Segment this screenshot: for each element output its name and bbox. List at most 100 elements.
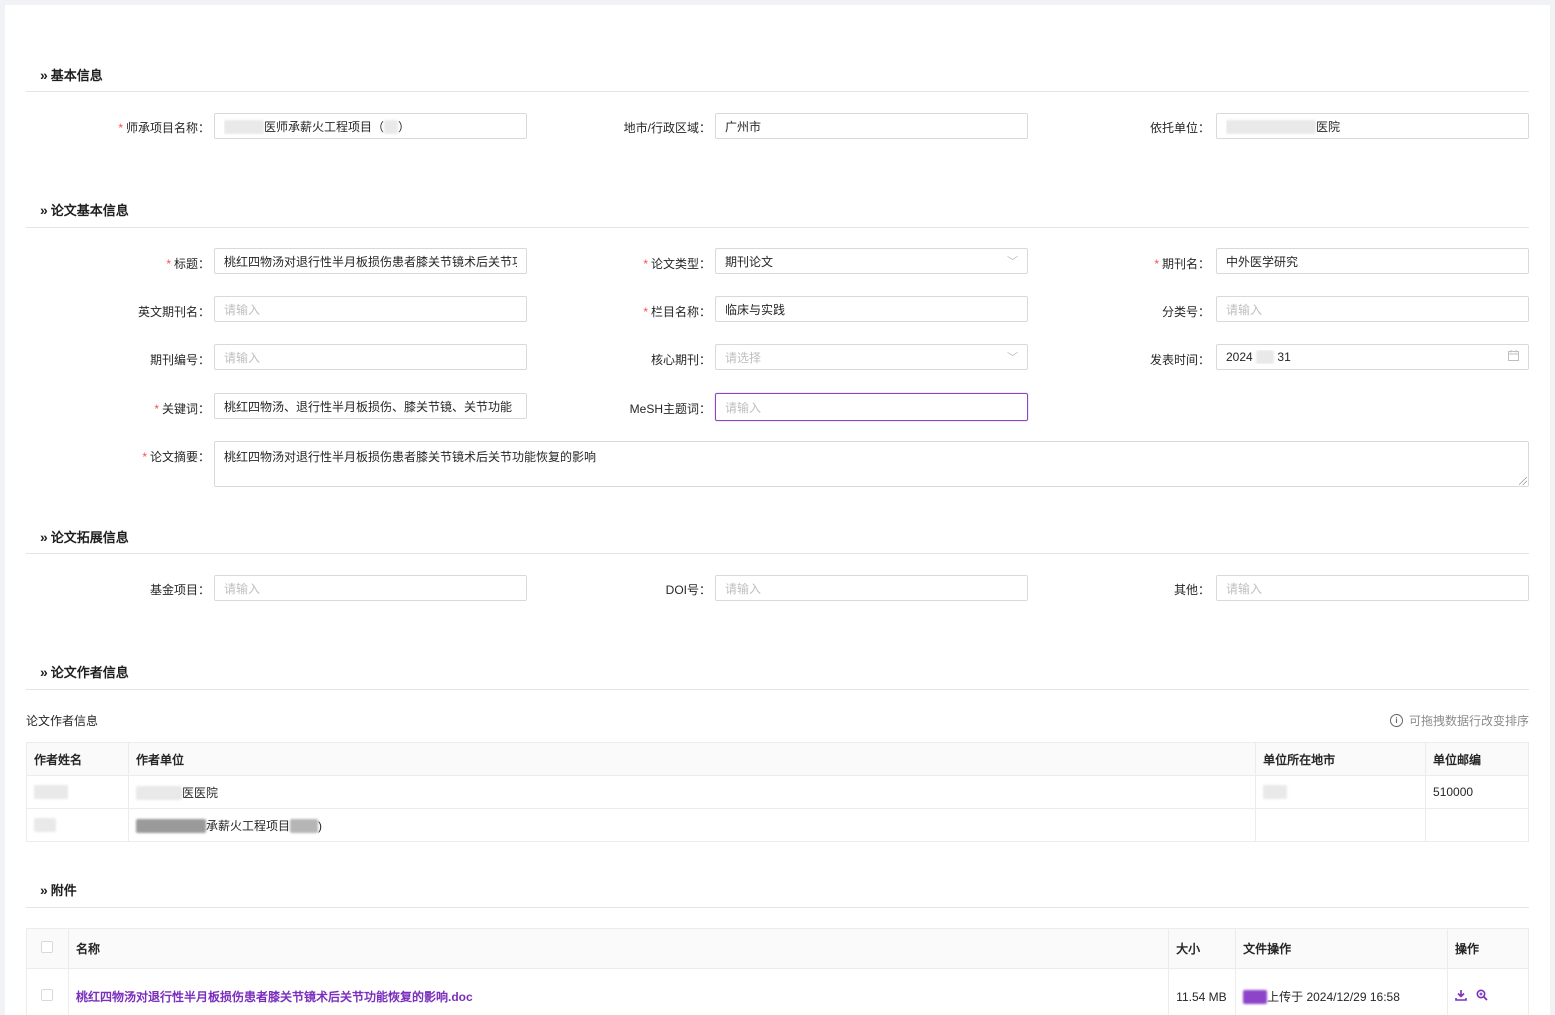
double-chevron-right-icon: » — [40, 201, 48, 218]
section-divider — [26, 689, 1529, 690]
pubdate-label-text: 发表时间： — [1149, 353, 1210, 367]
required-mark: * — [142, 450, 147, 464]
section-attachments-label: 附件 — [50, 883, 77, 898]
other-input[interactable]: 请输入 — [1216, 575, 1529, 601]
redacted-text: x — [34, 785, 68, 799]
pubdate-picker[interactable]: 2024 x 31 — [1216, 344, 1529, 370]
zoom-in-icon[interactable] — [1476, 989, 1488, 1004]
column-label: * 栏目名称： — [643, 303, 711, 320]
abstract-label: * 论文摘要： — [142, 448, 210, 465]
file-name-link[interactable]: 桃红四物汤对退行性半月板损伤患者膝关节镜术后关节功能恢复的影响.doc — [76, 990, 473, 1004]
mesh-input[interactable]: 请输入 — [715, 393, 1028, 421]
abstract-textarea[interactable]: 桃红四物汤对退行性半月板损伤患者膝关节镜术后关节功能恢复的影响 — [214, 441, 1529, 487]
unit-input[interactable]: xx医院 — [1216, 113, 1529, 139]
resize-handle-icon[interactable] — [1519, 477, 1527, 485]
abstract-value: 桃红四物汤对退行性半月板损伤患者膝关节镜术后关节功能恢复的影响 — [224, 450, 597, 464]
upload-info: 上传于 2024/12/29 16:58 — [1267, 990, 1400, 1004]
title-value: 桃红四物汤对退行性半月板损伤患者膝关节镜术后关节功能恢复的影响 — [224, 254, 517, 269]
author-unit-cell: x医医院 — [127, 775, 1257, 809]
paper-type-select[interactable]: 期刊论文 ﹀ — [715, 248, 1028, 274]
journal-input[interactable]: 中外医学研究 — [1216, 248, 1529, 274]
column-header: 单位所在地市 — [1255, 742, 1427, 776]
author-unit: 医医院 — [181, 785, 218, 800]
section-basic-label: 基本信息 — [50, 68, 103, 83]
issue-no-input[interactable]: 请输入 — [214, 344, 527, 370]
author-unit: 承薪火工程项目 — [205, 818, 290, 833]
doi-input[interactable]: 请输入 — [715, 575, 1028, 601]
fund-placeholder: 请输入 — [224, 581, 261, 596]
redacted-text: x — [135, 818, 206, 833]
doi-placeholder: 请输入 — [725, 581, 762, 596]
redacted-text: x — [1263, 785, 1288, 799]
paper-type-label-text: 论文类型： — [650, 257, 711, 271]
section-ext-label: 论文拓展信息 — [50, 530, 129, 545]
authors-table-header: 作者姓名 作者单位 单位所在地市 单位邮编 — [26, 742, 1529, 776]
drag-sort-hint: i 可拖拽数据行改变排序 — [1389, 712, 1529, 729]
redacted-text: x — [34, 818, 56, 832]
section-attachments-title: » 附件 — [40, 880, 77, 899]
en-journal-label: 英文期刊名： — [138, 303, 210, 320]
unit-label-text: 依托单位： — [1149, 121, 1210, 135]
region-value: 广州市 — [725, 119, 762, 134]
core-journal-label: 核心期刊： — [651, 351, 711, 368]
column-label-text: 栏目名称： — [650, 305, 711, 319]
section-paper-label: 论文基本信息 — [50, 203, 129, 218]
pubdate-label: 发表时间： — [1150, 351, 1210, 368]
other-placeholder: 请输入 — [1226, 581, 1263, 596]
keywords-value: 桃红四物汤、退行性半月板损伤、膝关节镜、关节功能 — [224, 399, 513, 414]
other-label: 其他： — [1174, 581, 1210, 598]
section-divider — [26, 91, 1529, 92]
core-journal-select[interactable]: 请选择 ﹀ — [715, 344, 1028, 370]
issue-no-label-text: 期刊编号： — [149, 353, 210, 367]
region-label-text: 地市/行政区域： — [623, 121, 711, 135]
title-label-text: 标题： — [173, 257, 210, 271]
column-header: 操作 — [1447, 928, 1529, 969]
redacted-text: x — [1243, 990, 1268, 1004]
column-header: 文件操作 — [1235, 928, 1449, 969]
author-zip-cell: 510000 — [1425, 775, 1529, 809]
row-select-cell — [26, 968, 69, 1015]
journal-label-text: 期刊名： — [1161, 257, 1210, 271]
author-name-cell: x — [26, 808, 129, 842]
author-name-cell: x — [26, 775, 129, 809]
redacted-text: x — [289, 818, 318, 833]
table-row[interactable]: x x医医院 x 510000 — [26, 775, 1529, 809]
fund-label: 基金项目： — [150, 581, 210, 598]
column-input[interactable]: 临床与实践 — [715, 296, 1028, 322]
table-row[interactable]: x x承薪火工程项目x) — [26, 808, 1529, 842]
region-input[interactable]: 广州市 — [715, 113, 1028, 139]
chevron-down-icon: ﹀ — [1007, 352, 1018, 364]
redacted-text: x — [1256, 350, 1275, 364]
calendar-icon — [1508, 350, 1519, 364]
core-journal-label-text: 核心期刊： — [650, 353, 711, 367]
pubdate-value-tail: 31 — [1277, 350, 1291, 364]
keywords-label-text: 关键词： — [161, 402, 210, 416]
keywords-input[interactable]: 桃红四物汤、退行性半月板损伤、膝关节镜、关节功能 — [214, 393, 527, 419]
section-paper-title: » 论文基本信息 — [40, 200, 129, 219]
en-journal-input[interactable]: 请输入 — [214, 296, 527, 322]
en-journal-placeholder: 请输入 — [224, 302, 261, 317]
en-journal-label-text: 英文期刊名： — [137, 305, 210, 319]
form-page: » 基本信息 *师承项目名称： xx医师承薪火工程项目（x） 地市/行政区域： … — [5, 5, 1550, 1015]
unit-label: 依托单位： — [1150, 119, 1210, 136]
attachments-table: 名称 大小 文件操作 操作 桃红四物汤对退行性半月板损伤患者膝关节镜术后关节功能… — [26, 928, 1529, 1015]
mesh-label: MeSH主题词： — [630, 400, 711, 417]
abstract-label-text: 论文摘要： — [149, 450, 210, 464]
redacted-text: x — [135, 785, 182, 800]
double-chevron-right-icon: » — [40, 663, 48, 680]
project-name-input[interactable]: xx医师承薪火工程项目（x） — [214, 113, 527, 139]
file-size-cell: 11.54 MB — [1168, 968, 1237, 1015]
pubdate-value-head: 2024 — [1226, 350, 1253, 364]
fund-input[interactable]: 请输入 — [214, 575, 527, 601]
mesh-label-text: MeSH主题词： — [629, 402, 711, 416]
download-icon[interactable] — [1455, 989, 1467, 1004]
column-header: 作者姓名 — [26, 742, 129, 776]
class-no-input[interactable]: 请输入 — [1216, 296, 1529, 322]
section-divider — [26, 907, 1529, 908]
select-all-checkbox[interactable] — [41, 941, 54, 953]
author-unit-cell: x承薪火工程项目x) — [127, 808, 1257, 842]
section-authors-title: » 论文作者信息 — [40, 662, 129, 681]
table-row: 桃红四物汤对退行性半月板损伤患者膝关节镜术后关节功能恢复的影响.doc 11.5… — [26, 968, 1529, 1015]
row-checkbox[interactable] — [41, 989, 54, 1001]
title-input[interactable]: 桃红四物汤对退行性半月板损伤患者膝关节镜术后关节功能恢复的影响 — [214, 248, 527, 274]
